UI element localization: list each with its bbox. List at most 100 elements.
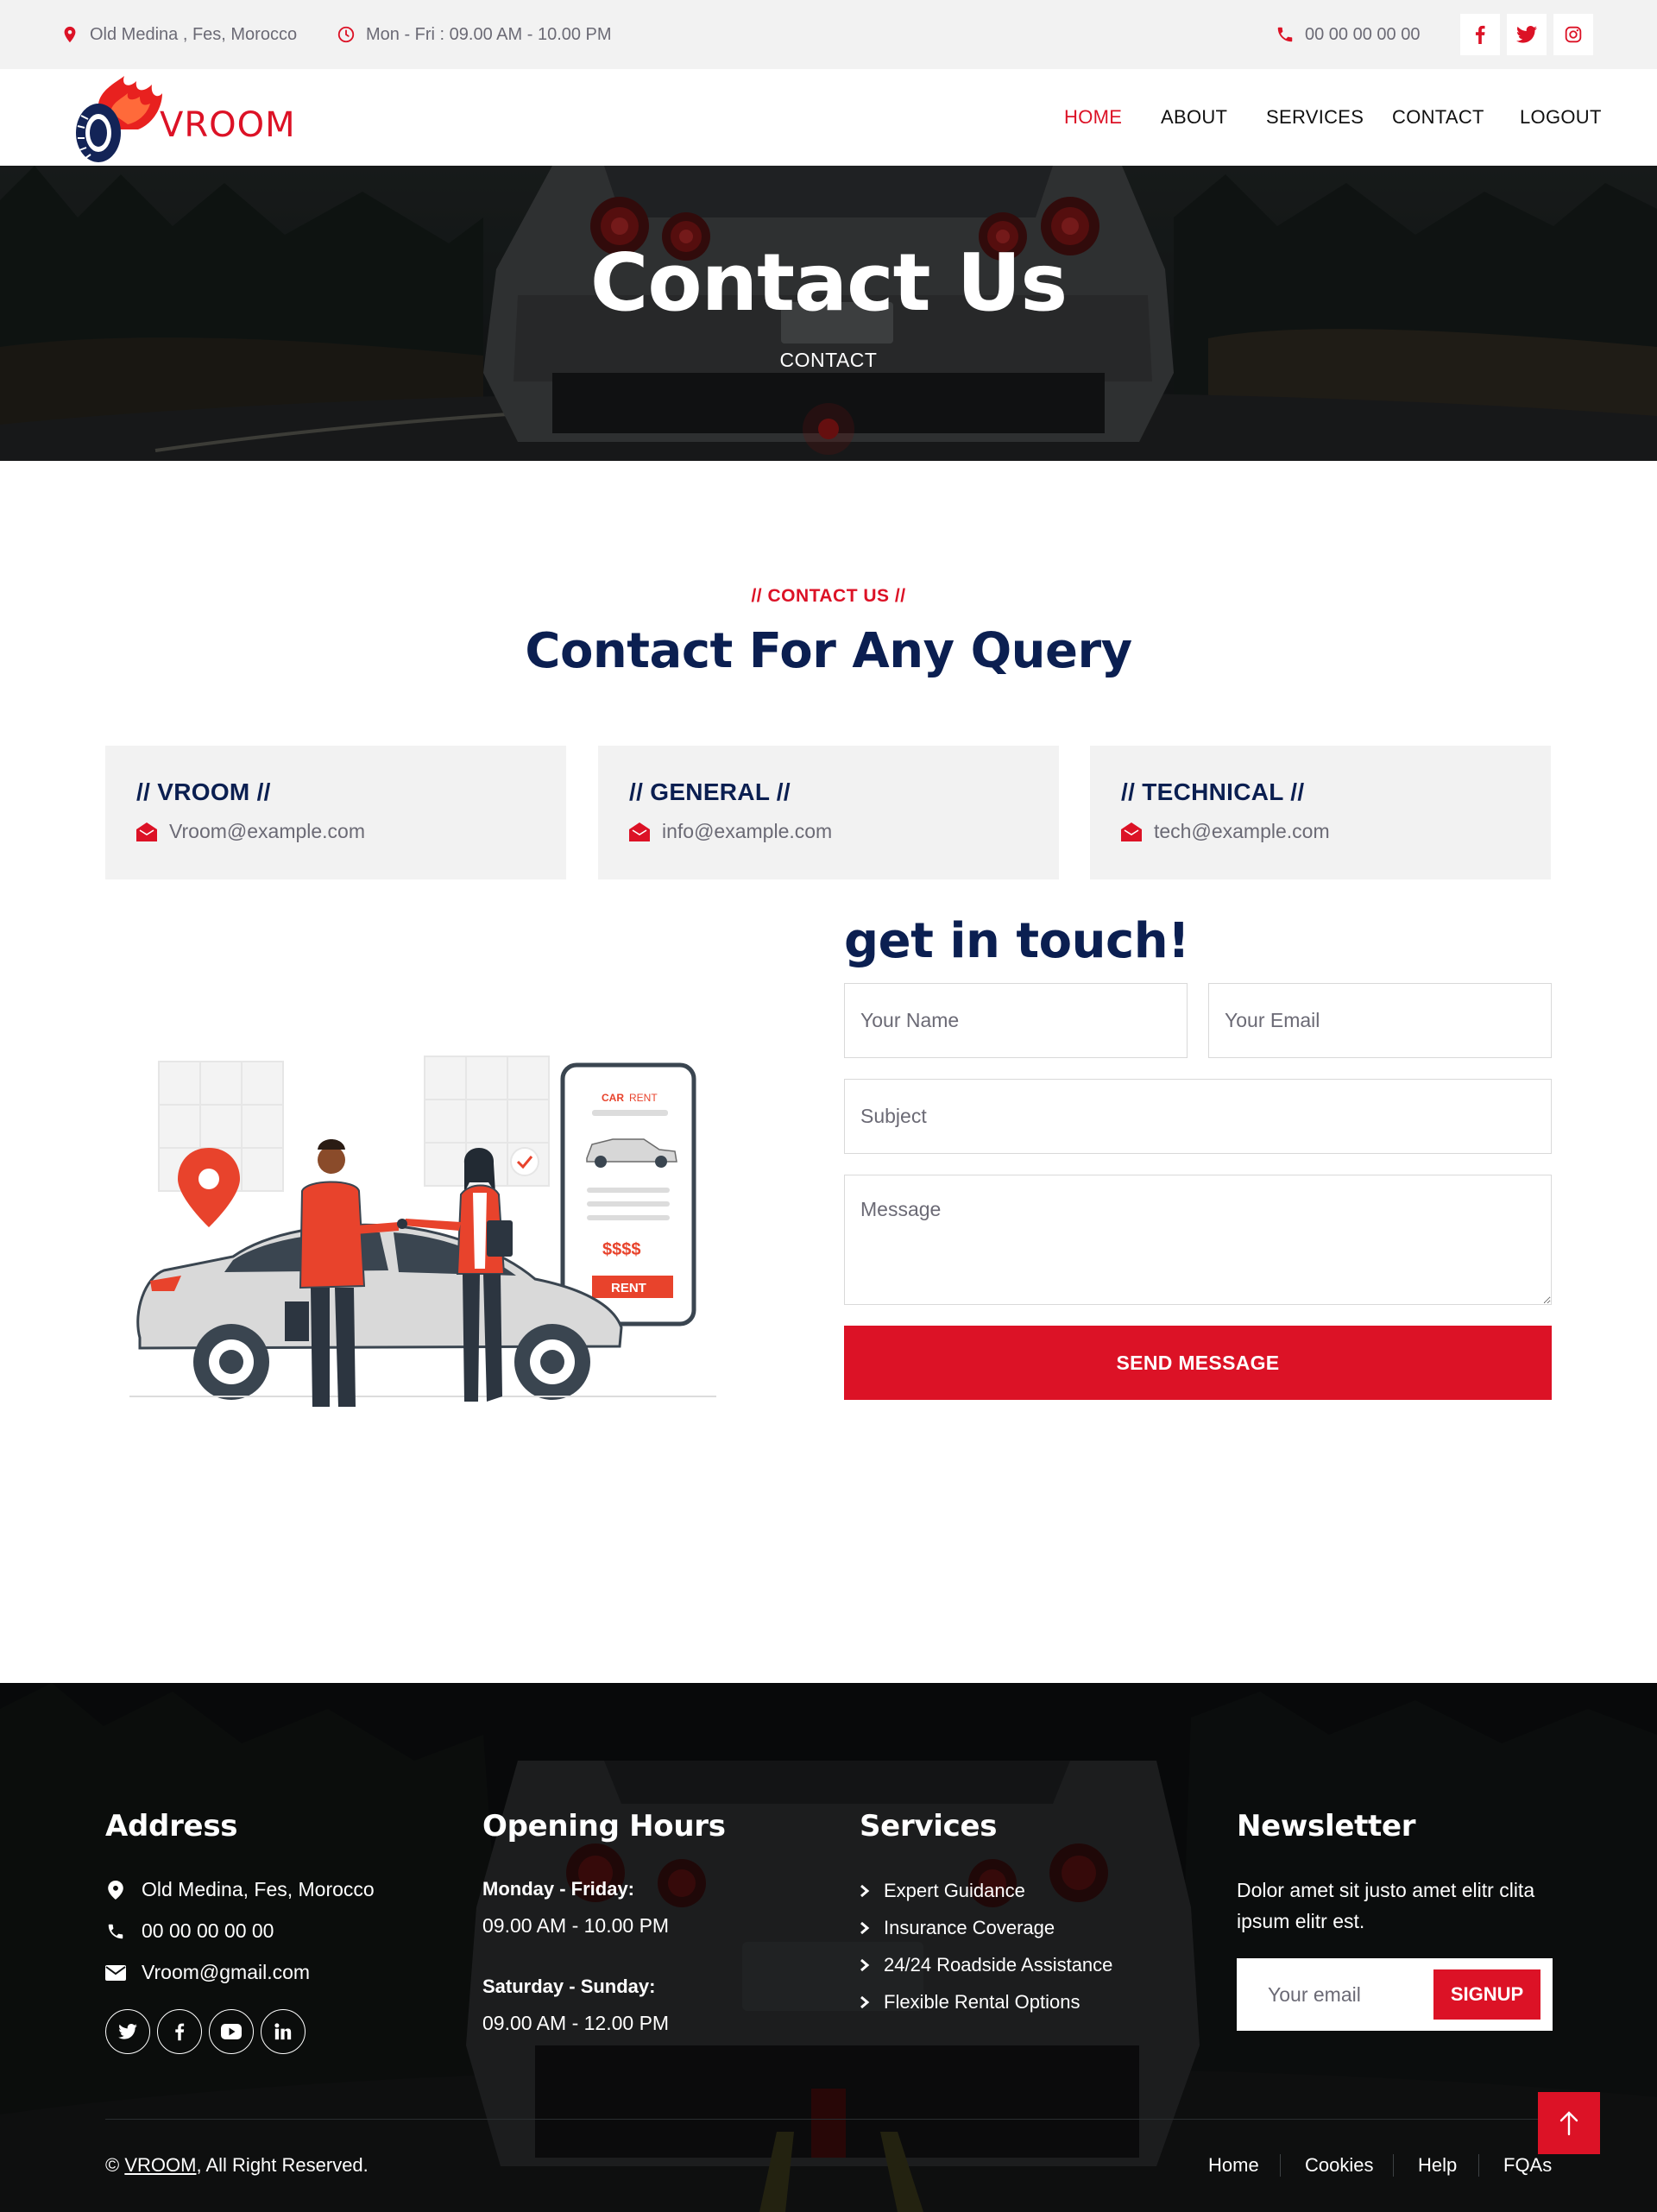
contact-card-email-text: Vroom@example.com [169,820,366,842]
topbar-twitter-button[interactable] [1507,14,1547,55]
contact-card-title: // TECHNICAL // [1121,778,1305,805]
flaming-tire-icon [76,76,162,162]
footer-hours-title: Opening Hours [482,1809,726,1843]
instagram-icon [1565,26,1582,43]
contact-card-technical: // TECHNICAL // tech@example.com [1090,746,1551,879]
youtube-icon [221,2024,242,2039]
brand-name: VROOM [160,105,296,145]
footer-email-text: Vroom@gmail.com [142,1961,311,1983]
phone-card-rent-label: RENT [629,1092,658,1104]
nav-logout[interactable]: LOGOUT [1520,69,1602,166]
weekend-label: Saturday - Sunday: [482,1976,656,1997]
contact-card-email[interactable]: Vroom@example.com [136,820,365,843]
footer-background-image [0,1683,1657,2212]
chevron-right-icon [860,1884,872,1898]
contact-card-email[interactable]: tech@example.com [1121,820,1330,843]
section-eyebrow: // CONTACT US // [751,586,906,606]
map-marker-icon [105,1880,126,1900]
footer-facebook-button[interactable] [157,2009,202,2054]
contact-card-email-text: info@example.com [662,820,833,842]
newsletter-email-input[interactable] [1237,1958,1427,2031]
car-rental-image: CAR RENT $$$$ RENT [129,1056,716,1407]
send-message-button[interactable]: SEND MESSAGE [844,1326,1552,1400]
nav-about[interactable]: ABOUT [1161,69,1227,166]
footer-address: Old Medina, Fes, Morocco [105,1878,375,1901]
breadcrumb[interactable]: CONTACT [0,349,1657,372]
topbar-hours-text: Mon - Fri : 09.00 AM - 10.00 PM [366,24,612,44]
contact-card-vroom: // VROOM // Vroom@example.com [105,746,566,879]
phone-icon [105,1921,126,1942]
name-input[interactable] [844,983,1188,1058]
copyright-text: , All Right Reserved. [196,2154,369,2176]
footer-link-home[interactable]: Home [1208,2154,1259,2177]
footer-phone-text: 00 00 00 00 00 [142,1919,274,1942]
weekend-hours: 09.00 AM - 12.00 PM [482,2012,670,2034]
envelope-icon [105,1963,126,1983]
subject-input[interactable] [844,1079,1552,1154]
copyright-brand-link[interactable]: VROOM [124,2154,196,2176]
topbar-address: Old Medina , Fes, Morocco [60,0,297,69]
footer-services-title: Services [860,1809,998,1843]
phone-card-rent-button: RENT [611,1281,646,1295]
twitter-icon [1516,26,1537,43]
footer-service-label: Flexible Rental Options [884,1991,1081,2013]
envelope-open-icon [136,822,157,841]
footer-link-separator [1393,2154,1394,2177]
footer-email[interactable]: Vroom@gmail.com [105,1961,310,1984]
contact-card-email[interactable]: info@example.com [629,820,832,843]
chevron-right-icon [860,1995,872,2009]
email-input[interactable] [1208,983,1552,1058]
footer-service-label: Expert Guidance [884,1880,1025,1901]
envelope-open-icon [1121,822,1142,841]
footer-service-link[interactable]: 24/24 Roadside Assistance [860,1954,1112,1976]
footer-phone[interactable]: 00 00 00 00 00 [105,1919,274,1943]
weekday-label: Monday - Friday: [482,1878,635,1900]
newsletter-form: SIGNUP [1237,1958,1553,2031]
contact-card-title: // VROOM // [136,778,271,805]
nav-contact[interactable]: CONTACT [1392,69,1484,166]
footer-twitter-button[interactable] [105,2009,150,2054]
footer-link-separator [1478,2154,1479,2177]
topbar-facebook-button[interactable] [1460,14,1500,55]
chevron-right-icon [860,1921,872,1935]
copyright: © VROOM, All Right Reserved. [105,2154,369,2177]
arrow-up-icon [1559,2111,1578,2136]
contact-card-email-text: tech@example.com [1154,820,1330,842]
phone-card-price: $$$$ [602,1240,641,1259]
footer-link-cookies[interactable]: Cookies [1305,2154,1373,2177]
footer-service-link[interactable]: Expert Guidance [860,1880,1025,1902]
footer-address-text: Old Medina, Fes, Morocco [142,1878,375,1900]
footer-link-help[interactable]: Help [1418,2154,1457,2177]
brand-logo[interactable]: VROOM [72,74,297,166]
facebook-icon [1475,25,1485,44]
footer-divider [105,2119,1552,2120]
footer-service-label: 24/24 Roadside Assistance [884,1954,1113,1976]
topbar-phone-text: 00 00 00 00 00 [1305,24,1421,44]
topbar-instagram-button[interactable] [1553,14,1593,55]
page-title: Contact Us [589,236,1068,329]
contact-card-general: // GENERAL // info@example.com [598,746,1059,879]
newsletter-signup-button[interactable]: SIGNUP [1433,1969,1540,2020]
footer-link-separator [1280,2154,1281,2177]
footer-service-link[interactable]: Flexible Rental Options [860,1991,1080,2013]
facebook-icon [175,2023,185,2041]
back-to-top-button[interactable] [1538,2092,1600,2154]
message-textarea[interactable] [844,1175,1552,1305]
section-title: Contact For Any Query [525,623,1132,679]
phone-card-car-label: CAR [602,1092,624,1104]
linkedin-icon [274,2023,292,2040]
nav-home[interactable]: HOME [1064,69,1122,166]
topbar-phone[interactable]: 00 00 00 00 00 [1276,0,1420,69]
nav-services[interactable]: SERVICES [1266,69,1364,166]
footer-linkedin-button[interactable] [261,2009,306,2054]
map-pin-icon [60,25,79,44]
chevron-right-icon [860,1958,872,1972]
form-title: get in touch! [844,913,1190,969]
footer-address-title: Address [105,1809,238,1843]
footer-youtube-button[interactable] [209,2009,254,2054]
footer-service-link[interactable]: Insurance Coverage [860,1917,1055,1939]
clock-icon [337,25,356,44]
twitter-icon [118,2024,137,2039]
envelope-open-icon [629,822,650,841]
footer-link-fqas[interactable]: FQAs [1503,2154,1552,2177]
